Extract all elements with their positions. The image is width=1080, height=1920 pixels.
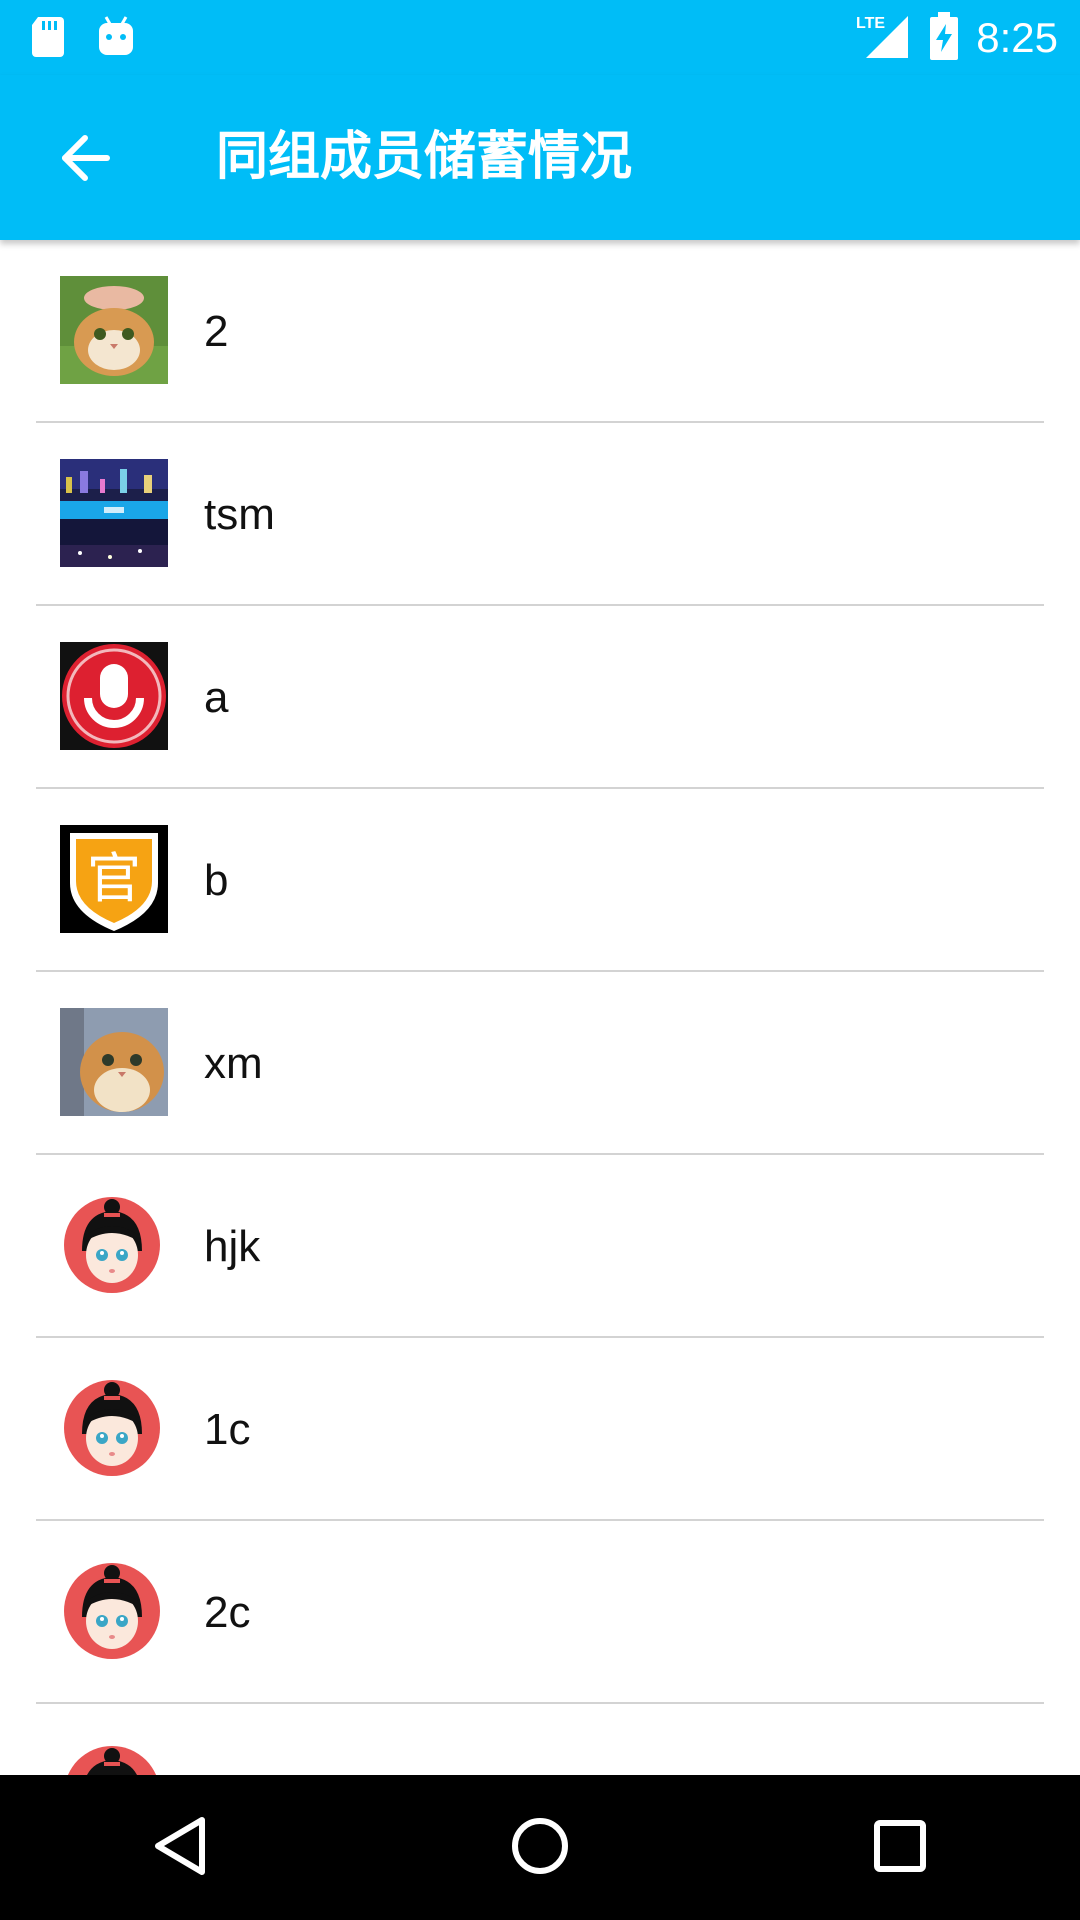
avatar xyxy=(60,459,168,567)
member-row[interactable]: 官 b xyxy=(0,789,1080,972)
status-bar: LTE 8:25 xyxy=(0,0,1080,75)
member-row[interactable]: 2c xyxy=(0,1521,1080,1704)
status-time: 8:25 xyxy=(976,13,1058,61)
member-name: b xyxy=(204,856,229,905)
member-row[interactable] xyxy=(0,1704,1080,1775)
member-row[interactable]: hjk xyxy=(0,1155,1080,1338)
member-row[interactable]: a xyxy=(0,606,1080,789)
member-name: a xyxy=(204,673,229,722)
avatar xyxy=(60,1557,168,1665)
member-name: hjk xyxy=(204,1222,261,1271)
avatar xyxy=(60,1191,168,1299)
member-name: tsm xyxy=(204,490,275,539)
home-circle-icon xyxy=(510,1816,570,1880)
member-name: 1c xyxy=(204,1405,251,1454)
android-icon xyxy=(96,15,136,61)
member-name: 2c xyxy=(204,1588,251,1637)
nav-back-button[interactable] xyxy=(110,1778,250,1918)
avatar: 官 xyxy=(60,825,168,933)
svg-text:LTE: LTE xyxy=(856,15,885,32)
nav-recents-button[interactable] xyxy=(830,1778,970,1918)
nav-home-button[interactable] xyxy=(470,1778,610,1918)
member-row[interactable]: 2 xyxy=(0,240,1080,423)
page-title: 同组成员储蓄情况 xyxy=(216,127,633,187)
recents-square-icon xyxy=(873,1819,927,1877)
member-list[interactable]: 2 tsm a 官 b xm hjk 1c 2c xyxy=(0,240,1080,1775)
back-triangle-icon xyxy=(152,1816,208,1880)
sd-card-icon xyxy=(30,15,66,61)
avatar xyxy=(60,1374,168,1482)
app-bar: 同组成员储蓄情况 xyxy=(0,75,1080,240)
member-row[interactable]: xm xyxy=(0,972,1080,1155)
member-name: 2 xyxy=(204,307,229,356)
lte-signal-icon: LTE xyxy=(856,12,912,64)
avatar xyxy=(60,1008,168,1116)
avatar xyxy=(60,1740,168,1775)
avatar xyxy=(60,276,168,384)
avatar xyxy=(60,642,168,750)
member-name: xm xyxy=(204,1039,263,1088)
back-button[interactable] xyxy=(40,115,130,205)
member-row[interactable]: tsm xyxy=(0,423,1080,606)
battery-charging-icon xyxy=(930,11,959,64)
arrow-back-icon xyxy=(59,134,111,186)
member-row[interactable]: 1c xyxy=(0,1338,1080,1521)
svg-text:官: 官 xyxy=(87,847,141,910)
navigation-bar xyxy=(0,1775,1080,1920)
